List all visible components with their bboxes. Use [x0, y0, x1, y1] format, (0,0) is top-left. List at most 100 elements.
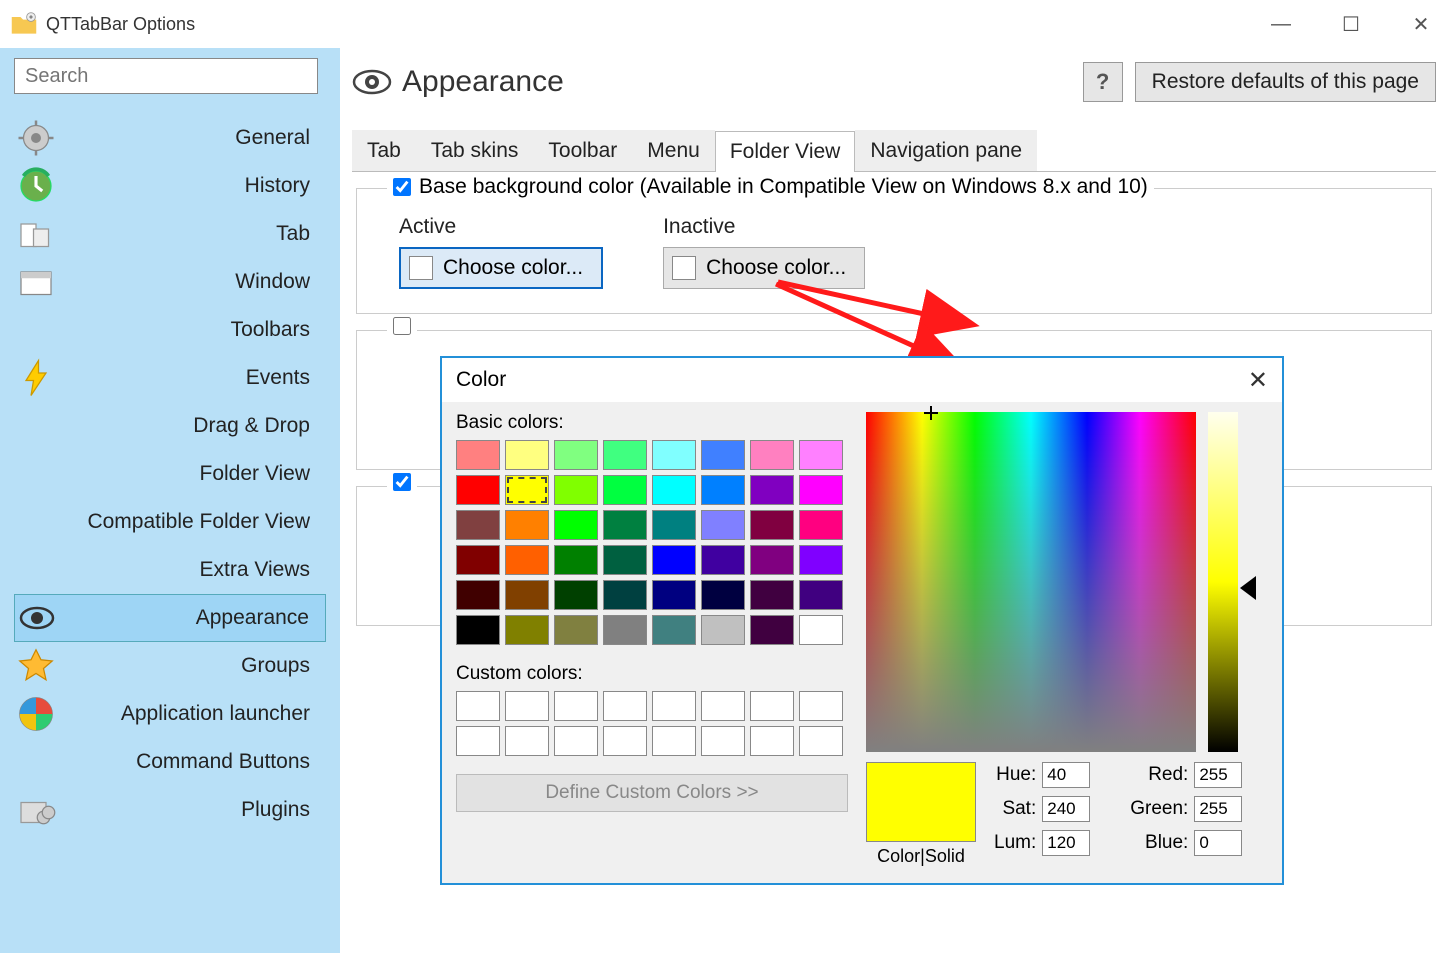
red-input[interactable]: [1194, 762, 1242, 788]
basic-color-cell[interactable]: [799, 510, 843, 540]
custom-color-cell[interactable]: [603, 726, 647, 756]
basic-color-cell[interactable]: [652, 510, 696, 540]
luminosity-bar[interactable]: [1208, 412, 1238, 752]
basic-color-cell[interactable]: [456, 545, 500, 575]
choose-color-active-button[interactable]: Choose color...: [399, 247, 603, 289]
basic-color-cell[interactable]: [456, 440, 500, 470]
basic-color-cell[interactable]: [701, 545, 745, 575]
maximize-button[interactable]: ☐: [1316, 0, 1386, 48]
custom-color-cell[interactable]: [652, 726, 696, 756]
basic-color-cell[interactable]: [554, 615, 598, 645]
custom-color-cell[interactable]: [701, 726, 745, 756]
tab-folder-view[interactable]: Folder View: [715, 131, 856, 172]
lum-input[interactable]: [1042, 830, 1090, 856]
basic-color-cell[interactable]: [750, 545, 794, 575]
close-button[interactable]: ✕: [1386, 0, 1456, 48]
tab-menu[interactable]: Menu: [632, 130, 715, 171]
choose-color-inactive-button[interactable]: Choose color...: [663, 247, 865, 289]
basic-color-cell[interactable]: [505, 510, 549, 540]
basic-color-cell[interactable]: [505, 545, 549, 575]
custom-color-cell[interactable]: [554, 691, 598, 721]
basic-color-cell[interactable]: [554, 440, 598, 470]
basic-color-cell[interactable]: [652, 545, 696, 575]
basic-color-cell[interactable]: [603, 580, 647, 610]
define-custom-colors-button[interactable]: Define Custom Colors >>: [456, 774, 848, 812]
basic-color-cell[interactable]: [456, 475, 500, 505]
color-dialog-close-icon[interactable]: ✕: [1248, 366, 1268, 395]
basic-color-cell[interactable]: [554, 510, 598, 540]
help-button[interactable]: ?: [1083, 62, 1123, 102]
custom-color-cell[interactable]: [505, 691, 549, 721]
tab-tab[interactable]: Tab: [352, 130, 416, 171]
basic-color-cell[interactable]: [505, 615, 549, 645]
basic-color-cell[interactable]: [456, 580, 500, 610]
basic-color-cell[interactable]: [505, 580, 549, 610]
basic-color-cell[interactable]: [750, 440, 794, 470]
basic-color-cell[interactable]: [652, 475, 696, 505]
basic-color-cell[interactable]: [701, 440, 745, 470]
custom-color-cell[interactable]: [554, 726, 598, 756]
sidebar-item-command-buttons[interactable]: Command Buttons: [14, 738, 326, 786]
basic-color-cell[interactable]: [652, 615, 696, 645]
basic-color-cell[interactable]: [456, 615, 500, 645]
sidebar-item-events[interactable]: Events: [14, 354, 326, 402]
basic-color-cell[interactable]: [799, 440, 843, 470]
base-bg-checkbox[interactable]: [393, 178, 411, 196]
basic-color-cell[interactable]: [799, 580, 843, 610]
basic-color-cell[interactable]: [505, 440, 549, 470]
basic-color-cell[interactable]: [652, 440, 696, 470]
basic-color-cell[interactable]: [799, 475, 843, 505]
basic-color-cell[interactable]: [603, 510, 647, 540]
sidebar-item-compatible-folder-view[interactable]: Compatible Folder View: [14, 498, 326, 546]
tab-toolbar[interactable]: Toolbar: [533, 130, 632, 171]
basic-color-cell[interactable]: [750, 475, 794, 505]
basic-color-cell[interactable]: [701, 615, 745, 645]
basic-color-cell[interactable]: [554, 475, 598, 505]
basic-color-cell[interactable]: [799, 545, 843, 575]
basic-color-cell[interactable]: [652, 580, 696, 610]
minimize-button[interactable]: —: [1246, 0, 1316, 48]
custom-color-cell[interactable]: [701, 691, 745, 721]
sidebar-item-appearance[interactable]: Appearance: [14, 594, 326, 642]
color-spectrum[interactable]: [866, 412, 1196, 752]
blue-input[interactable]: [1194, 830, 1242, 856]
sidebar-item-toolbars[interactable]: Toolbars: [14, 306, 326, 354]
sidebar-item-history[interactable]: History: [14, 162, 326, 210]
custom-color-cell[interactable]: [750, 691, 794, 721]
basic-color-cell[interactable]: [701, 510, 745, 540]
custom-color-cell[interactable]: [799, 691, 843, 721]
search-input[interactable]: [14, 58, 318, 94]
sidebar-item-drag-drop[interactable]: Drag & Drop: [14, 402, 326, 450]
custom-color-cell[interactable]: [799, 726, 843, 756]
basic-color-cell[interactable]: [554, 580, 598, 610]
sidebar-item-application-launcher[interactable]: Application launcher: [14, 690, 326, 738]
basic-color-cell[interactable]: [603, 475, 647, 505]
sidebar-item-groups[interactable]: Groups: [14, 642, 326, 690]
basic-color-cell[interactable]: [603, 440, 647, 470]
sidebar-item-general[interactable]: General: [14, 114, 326, 162]
restore-defaults-button[interactable]: Restore defaults of this page: [1135, 62, 1436, 102]
tab-tab-skins[interactable]: Tab skins: [416, 130, 534, 171]
basic-color-cell[interactable]: [456, 510, 500, 540]
custom-color-cell[interactable]: [603, 691, 647, 721]
luminosity-arrow[interactable]: [1240, 576, 1256, 600]
sidebar-item-plugins[interactable]: Plugins: [14, 786, 326, 834]
custom-color-cell[interactable]: [750, 726, 794, 756]
custom-color-cell[interactable]: [652, 691, 696, 721]
green-input[interactable]: [1194, 796, 1242, 822]
basic-color-cell[interactable]: [750, 615, 794, 645]
basic-color-cell[interactable]: [701, 475, 745, 505]
groupbox3-checkbox[interactable]: [393, 473, 411, 491]
sidebar-item-extra-views[interactable]: Extra Views: [14, 546, 326, 594]
basic-color-cell[interactable]: [799, 615, 843, 645]
groupbox2-checkbox[interactable]: [393, 317, 411, 335]
sidebar-item-tab[interactable]: Tab: [14, 210, 326, 258]
basic-color-cell[interactable]: [554, 545, 598, 575]
basic-color-cell[interactable]: [505, 475, 549, 505]
basic-color-cell[interactable]: [750, 510, 794, 540]
sidebar-item-window[interactable]: Window: [14, 258, 326, 306]
basic-color-cell[interactable]: [701, 580, 745, 610]
sat-input[interactable]: [1042, 796, 1090, 822]
custom-color-cell[interactable]: [456, 726, 500, 756]
basic-color-cell[interactable]: [603, 545, 647, 575]
